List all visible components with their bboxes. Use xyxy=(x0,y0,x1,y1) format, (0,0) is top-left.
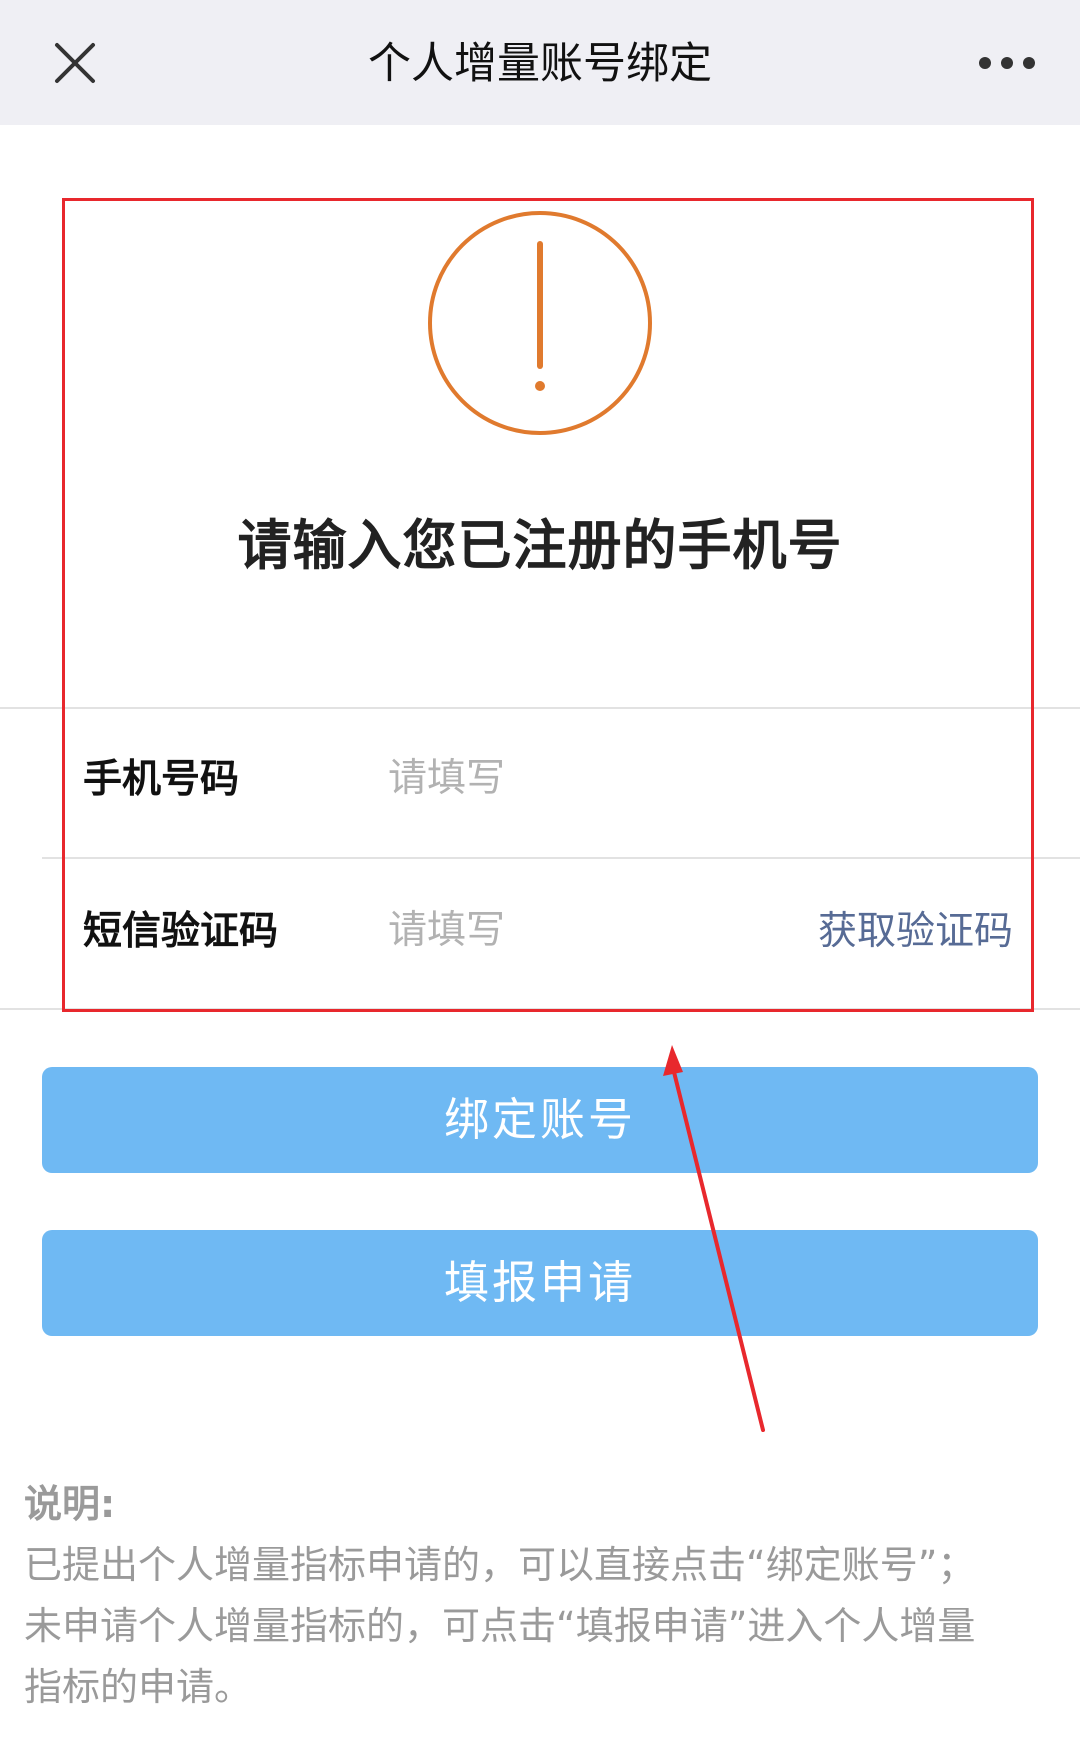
get-code-button[interactable]: 获取验证码 xyxy=(818,904,1013,960)
page-title: 个人增量账号绑定 xyxy=(368,39,712,89)
bind-account-button[interactable]: 绑定账号 xyxy=(42,1067,1038,1173)
apply-button[interactable]: 填报申请 xyxy=(42,1230,1038,1336)
instructions-line: 指标的申请。 xyxy=(24,1665,253,1709)
form-row-divider xyxy=(42,857,1080,859)
form-top-divider xyxy=(0,707,1080,709)
exclamation-circle-icon xyxy=(425,208,655,438)
navigation-bar: 个人增量账号绑定 xyxy=(0,0,1080,125)
binding-page: 个人增量账号绑定 请输入您已注册的手机号 手机号码 短信验证码 获取验证码 绑定… xyxy=(0,0,1080,1757)
phone-input[interactable] xyxy=(388,748,768,808)
prompt-title: 请输入您已注册的手机号 xyxy=(237,514,843,577)
instructions-line: 未申请个人增量指标的，可点击“填报申请”进入个人增量 xyxy=(24,1604,976,1648)
more-dots-icon[interactable] xyxy=(975,40,1039,86)
form-bottom-divider xyxy=(0,1008,1080,1010)
close-icon[interactable] xyxy=(48,36,102,90)
instructions-line: 已提出个人增量指标申请的，可以直接点击“绑定账号”； xyxy=(24,1543,976,1587)
sms-code-label: 短信验证码 xyxy=(83,909,279,954)
instructions-title: 说明: xyxy=(24,1482,116,1526)
sms-code-input[interactable] xyxy=(388,900,768,960)
instructions: 说明: 已提出个人增量指标申请的，可以直接点击“绑定账号”； 未申请个人增量指标… xyxy=(24,1474,1064,1718)
phone-label: 手机号码 xyxy=(83,757,240,802)
